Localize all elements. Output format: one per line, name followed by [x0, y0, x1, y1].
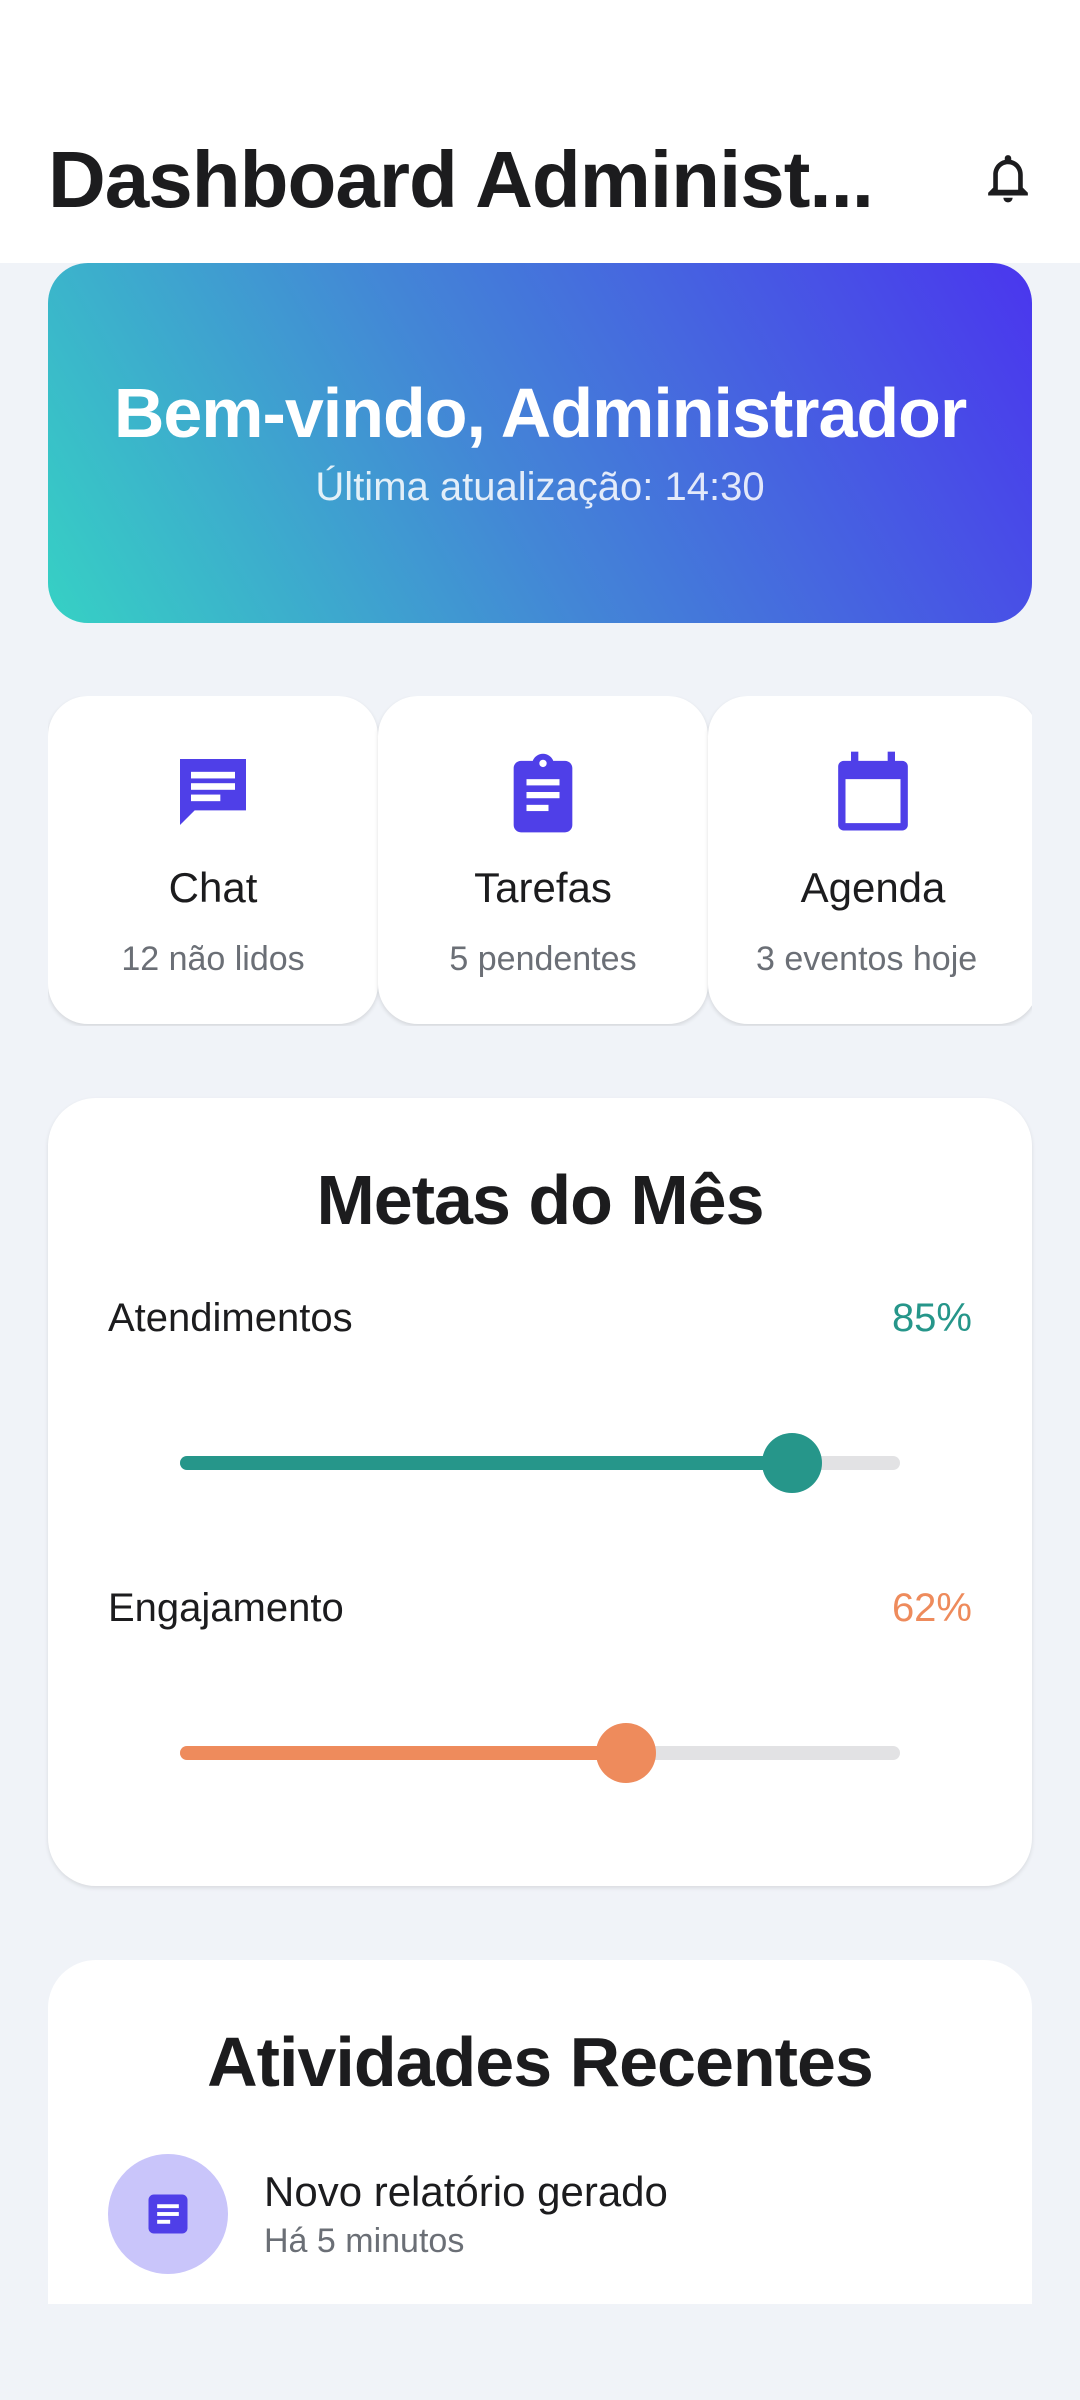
recent-title: Atividades Recentes: [207, 2023, 874, 2101]
calendar-icon: [708, 744, 1032, 840]
slider-atendimentos[interactable]: [180, 1433, 900, 1493]
activity-title[interactable]: Novo relatório gerado: [264, 2168, 668, 2216]
slider-thumb[interactable]: [762, 1433, 822, 1493]
chat-label: Chat: [168, 864, 258, 911]
agenda-card[interactable]: Agenda 3 eventos hoje: [708, 696, 1032, 1024]
goals-title: Metas do Mês: [316, 1161, 765, 1239]
goal-value-engajamento: 62%: [891, 1586, 972, 1630]
last-update-text: Última atualização: 14:30: [315, 465, 765, 509]
app-bar: Dashboard Administ...: [0, 0, 1080, 263]
quick-actions: Chat 12 não lidos Tarefas 5 pendentes Ag…: [48, 696, 1032, 1026]
tasks-label: Tarefas: [474, 864, 612, 911]
bell-icon[interactable]: [972, 144, 1044, 216]
tasks-card[interactable]: Tarefas 5 pendentes: [378, 696, 708, 1024]
goal-value-atendimentos: 85%: [891, 1296, 972, 1340]
page-title: Dashboard Administ...: [48, 135, 874, 224]
welcome-banner: Bem-vindo, Administrador Última atualiza…: [48, 263, 1032, 623]
tasks-pending-count: 5 pendentes: [449, 940, 637, 978]
slider-thumb[interactable]: [596, 1723, 657, 1783]
agenda-events-count: 3 eventos hoje: [756, 940, 978, 978]
agenda-label: Agenda: [800, 864, 946, 911]
recent-activities-card: Atividades Recentes Novo relatório gerad…: [48, 1960, 1032, 2304]
document-icon: [108, 2154, 228, 2274]
activity-time: Há 5 minutos: [264, 2222, 465, 2260]
slider-fill: [180, 1746, 627, 1760]
goal-label-engajamento: Engajamento: [108, 1586, 344, 1630]
clipboard-icon: [378, 744, 708, 840]
chat-unread-count: 12 não lidos: [121, 940, 305, 978]
chat-icon: [48, 744, 378, 840]
welcome-title: Bem-vindo, Administrador: [113, 374, 967, 452]
monthly-goals-card: Metas do Mês Atendimentos 85% Engajament…: [48, 1098, 1032, 1886]
slider-fill: [180, 1456, 792, 1470]
chat-card[interactable]: Chat 12 não lidos: [48, 696, 378, 1024]
slider-engajamento[interactable]: [180, 1723, 900, 1783]
goal-label-atendimentos: Atendimentos: [108, 1296, 353, 1340]
